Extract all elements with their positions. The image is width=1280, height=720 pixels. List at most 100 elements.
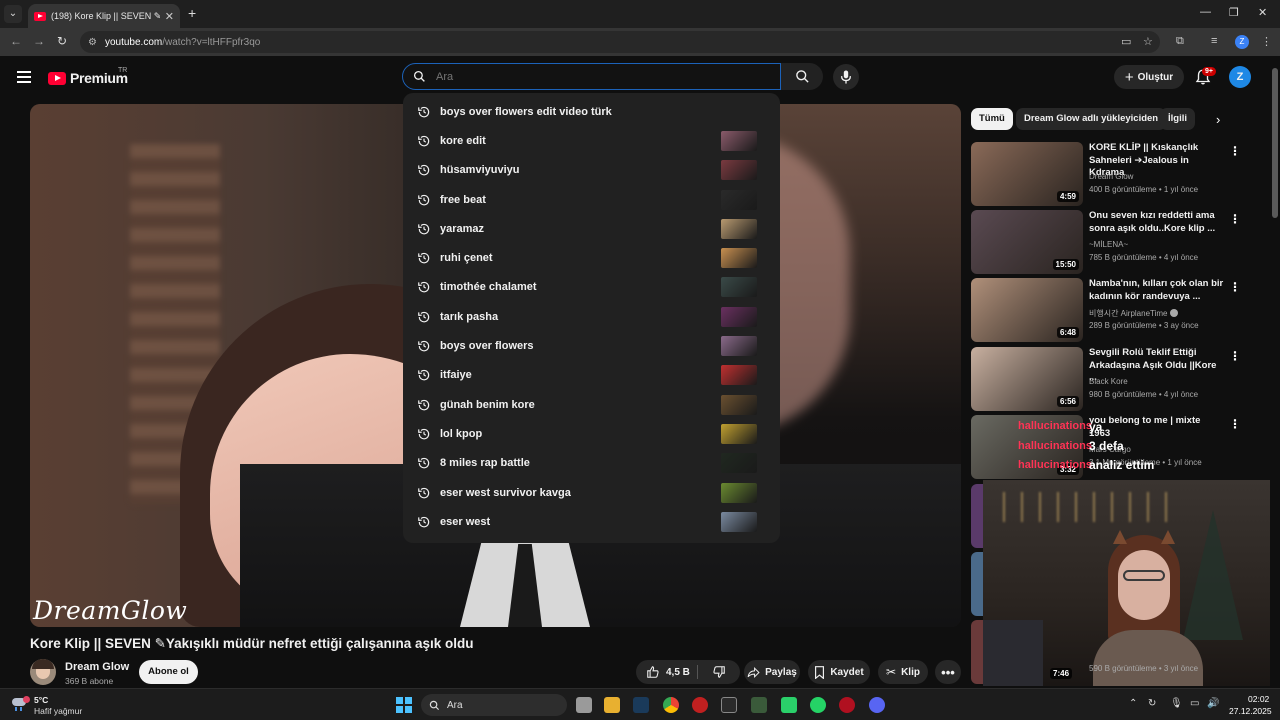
tab-search-menu[interactable]: ⌄ — [4, 5, 22, 23]
task-view-icon[interactable] — [576, 697, 592, 713]
minimize-window-button[interactable]: — — [1200, 6, 1211, 18]
media-player-icon[interactable] — [692, 697, 708, 713]
more-vertical-icon[interactable]: ⋮ — [1229, 349, 1241, 363]
suggestion-item[interactable]: timothée chalamet — [403, 273, 780, 302]
file-explorer-icon[interactable] — [604, 697, 620, 713]
suggestion-item[interactable]: 8 miles rap battle — [403, 449, 780, 478]
sync-icon[interactable]: ↻ — [1148, 698, 1156, 709]
thumbs-down-icon[interactable] — [712, 665, 726, 679]
rec-thumb-partial-6[interactable] — [971, 484, 983, 548]
display-icon[interactable]: ▭ — [1190, 698, 1199, 709]
chrome-icon[interactable] — [663, 697, 679, 713]
chip-all[interactable]: Tümü — [971, 108, 1013, 130]
app-red-icon[interactable] — [839, 697, 855, 713]
scrollbar-thumb[interactable] — [1272, 68, 1278, 218]
youtube-premium-logo[interactable]: Premium — [48, 70, 128, 86]
channel-name[interactable]: Dream Glow — [65, 661, 129, 673]
weather-description[interactable]: Hafif yağmur — [34, 706, 82, 716]
more-vertical-icon[interactable]: ⋮ — [1229, 417, 1241, 431]
mic-tray-icon[interactable]: 🎙 — [1170, 698, 1183, 709]
maximize-window-button[interactable]: ❐ — [1229, 6, 1239, 19]
extensions-icon[interactable]: ⧉ — [1176, 35, 1184, 48]
more-vertical-icon[interactable]: ⋮ — [1229, 280, 1241, 294]
search-box[interactable] — [402, 63, 781, 90]
chip-from-uploader[interactable]: Dream Glow adlı yükleyiciden — [1016, 108, 1167, 130]
close-window-button[interactable]: ✕ — [1258, 6, 1267, 19]
windows-start-icon[interactable] — [396, 697, 412, 713]
recommendation-item[interactable]: 6:48 Namba'nın, kılları çok olan bir kadı… — [971, 278, 1251, 342]
search-submit-button[interactable] — [781, 63, 823, 90]
suggestion-text: timothée chalamet — [440, 281, 537, 294]
suggestion-item[interactable]: tarık pasha — [403, 302, 780, 331]
create-button[interactable]: + Oluştur — [1114, 65, 1184, 89]
suggestion-item[interactable]: kore edit — [403, 126, 780, 155]
weather-temperature[interactable]: 5°C — [34, 695, 48, 705]
rec-thumbnail[interactable]: 6:56 — [971, 347, 1083, 411]
recommendation-item[interactable]: 15:50 Onu seven kızı reddetti ama sonra a… — [971, 210, 1251, 274]
steam-icon[interactable] — [633, 697, 649, 713]
suggestion-item[interactable]: boys over flowers edit video türk — [403, 97, 780, 126]
page-scrollbar[interactable] — [1270, 56, 1280, 688]
suggestion-item[interactable]: eser west — [403, 507, 780, 536]
taskbar-search[interactable]: Ara — [421, 694, 567, 716]
bookmark-star-icon[interactable]: ☆ — [1143, 35, 1153, 48]
save-button[interactable]: Kaydet — [808, 660, 870, 684]
clock-date[interactable]: 27.12.2025 — [1229, 706, 1272, 716]
account-avatar[interactable]: Z — [1229, 66, 1251, 88]
suggestion-item[interactable]: free beat — [403, 185, 780, 214]
voice-search-button[interactable] — [833, 64, 859, 90]
address-bar[interactable]: ⚙ youtube.com/watch?v=ltHFFpfr3qo — [80, 31, 1160, 53]
volume-icon[interactable]: 🔊 — [1207, 698, 1219, 709]
suggestion-item[interactable]: eser west survivor kavga — [403, 478, 780, 507]
more-actions-button[interactable]: ••• — [935, 660, 961, 684]
suggestion-item[interactable]: günah benim kore — [403, 390, 780, 419]
rec-title[interactable]: Onu seven kızı reddetti ama sonra aşık o… — [1089, 210, 1224, 235]
browser-profile-avatar[interactable]: Z — [1235, 35, 1249, 49]
site-settings-icon[interactable]: ⚙ — [88, 37, 97, 48]
clock-time[interactable]: 02:02 — [1248, 694, 1269, 704]
discord-icon[interactable] — [869, 697, 885, 713]
recommendation-item[interactable]: 6:56 Sevgili Rolü Teklif Ettiği Arkadaşın… — [971, 347, 1251, 411]
rec-thumb-partial-8[interactable] — [971, 620, 983, 684]
suggestion-item[interactable]: ruhi çenet — [403, 243, 780, 272]
nvidia-icon[interactable] — [751, 697, 767, 713]
weather-rain-icon[interactable] — [12, 696, 30, 712]
whatsapp-icon[interactable] — [810, 697, 826, 713]
thumbs-up-icon[interactable] — [646, 665, 660, 679]
app-green-icon[interactable] — [781, 697, 797, 713]
more-vertical-icon[interactable]: ⋮ — [1229, 212, 1241, 226]
rec-thumbnail[interactable]: 4:59 — [971, 142, 1083, 206]
new-tab-button[interactable]: + — [188, 5, 196, 21]
terminal-icon[interactable] — [721, 697, 737, 713]
rec-title[interactable]: Namba'nın, kılları çok olan bir kadının … — [1089, 278, 1224, 303]
rec-thumb-partial-7[interactable] — [971, 552, 983, 616]
cast-icon[interactable]: ▭ — [1121, 35, 1131, 48]
suggestion-item[interactable]: itfaiye — [403, 361, 780, 390]
suggestion-item[interactable]: yaramaz — [403, 214, 780, 243]
chevron-right-icon[interactable]: › — [1216, 112, 1220, 127]
suggestion-item[interactable]: lol kpop — [403, 419, 780, 448]
clip-button[interactable]: ✂ Klip — [878, 660, 928, 684]
rec-title[interactable]: you belong to me | mixte 1963 — [1089, 415, 1224, 440]
chip-related[interactable]: İlgili — [1160, 108, 1195, 130]
search-input[interactable] — [436, 70, 756, 83]
browser-menu-icon[interactable]: ⋮ — [1261, 35, 1272, 48]
like-count[interactable]: 4,5 B — [666, 667, 690, 678]
rec-thumbnail[interactable]: 6:48 — [971, 278, 1083, 342]
channel-avatar[interactable] — [30, 659, 56, 685]
reload-icon[interactable]: ↻ — [57, 34, 67, 48]
recommendation-item[interactable]: 4:59 KORE KLİP || Kıskançlık Sahneleri ➔J… — [971, 142, 1251, 206]
share-button[interactable]: Paylaş — [744, 660, 800, 684]
more-vertical-icon[interactable]: ⋮ — [1229, 144, 1241, 158]
hamburger-menu-icon[interactable] — [17, 71, 31, 83]
subscribe-button[interactable]: Abone ol — [139, 660, 198, 684]
suggestion-item[interactable]: hüsamviyuviyu — [403, 156, 780, 185]
tab-close-icon[interactable]: ✕ — [165, 10, 174, 23]
suggestion-item[interactable]: boys over flowers — [403, 331, 780, 360]
forward-arrow-icon[interactable]: → — [33, 34, 45, 48]
browser-tab[interactable]: (198) Kore Klip || SEVEN ✎Yakış ✕ — [28, 4, 180, 28]
back-arrow-icon[interactable]: ← — [10, 34, 22, 48]
rec-thumbnail[interactable]: 15:50 — [971, 210, 1083, 274]
media-controls-icon[interactable]: ≡ — [1211, 35, 1217, 47]
tray-overflow-icon[interactable]: ⌃ — [1129, 698, 1137, 709]
